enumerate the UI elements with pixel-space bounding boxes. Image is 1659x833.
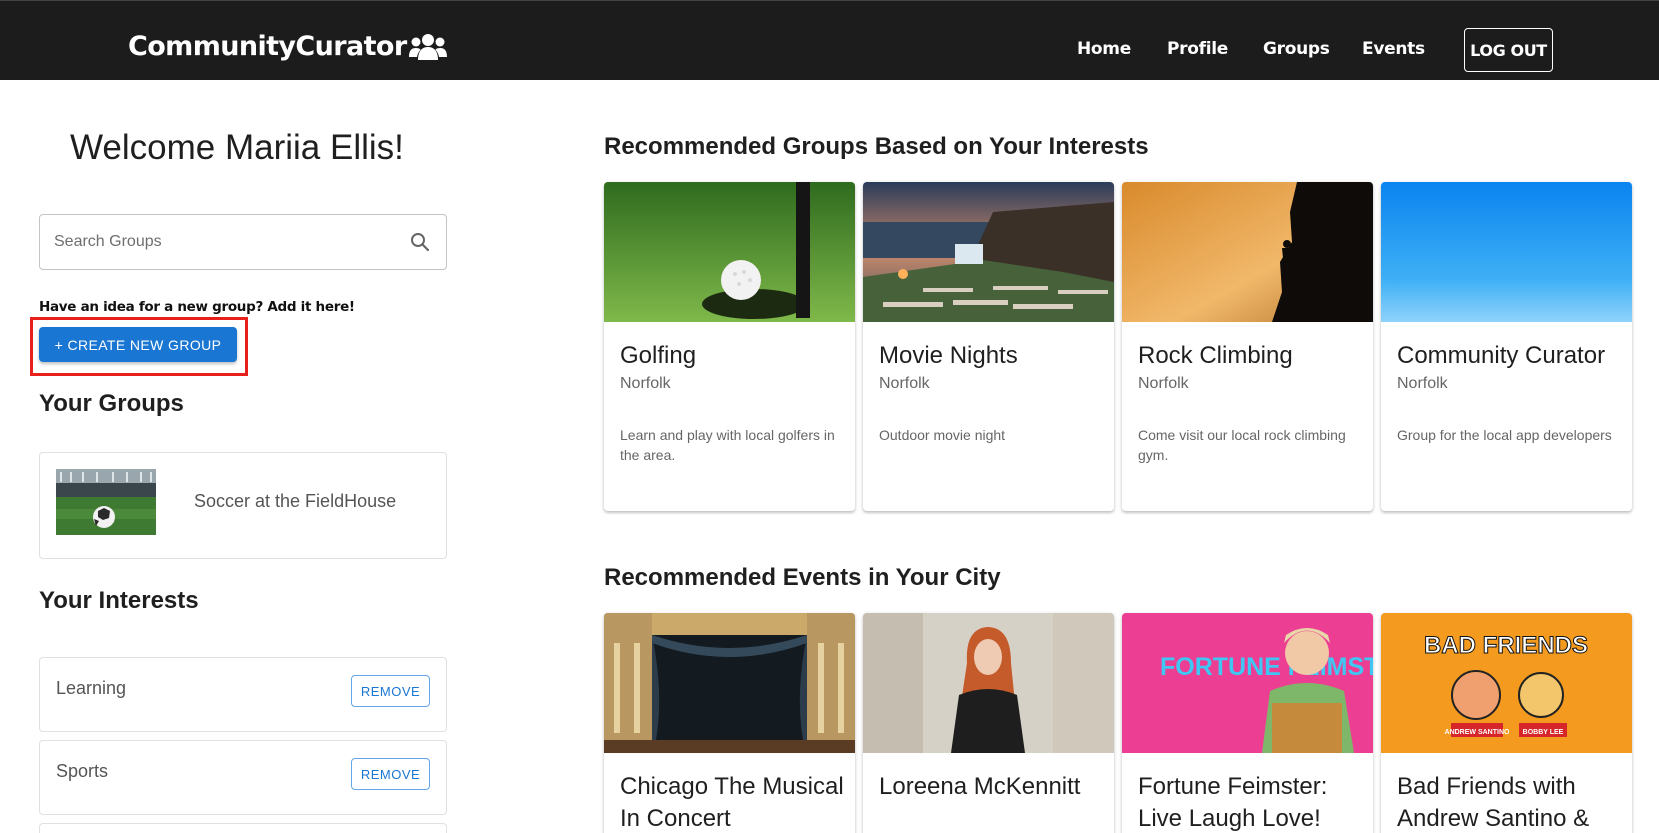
remove-interest-button[interactable]: REMOVE xyxy=(351,675,430,707)
card-location: Norfolk xyxy=(879,375,930,392)
card-title: Rock Climbing xyxy=(1138,342,1293,369)
event-card-bad-friends[interactable]: BAD FRIENDS ANDREW SANTINO BOBBY LEE Bad… xyxy=(1381,613,1632,833)
poster-name-text: ANDREW SANTINO xyxy=(1445,729,1510,736)
card-location: Norfolk xyxy=(1397,375,1448,392)
card-title: Loreena McKennitt xyxy=(879,773,1081,800)
card-description: Learn and play with local golfers in the… xyxy=(620,427,835,463)
nav-home[interactable]: Home xyxy=(1077,39,1131,59)
bad-friends-poster: BAD FRIENDS ANDREW SANTINO BOBBY LEE xyxy=(1381,613,1632,753)
nav-profile[interactable]: Profile xyxy=(1167,39,1228,59)
welcome-heading: Welcome Mariia Ellis! xyxy=(70,128,404,167)
search-groups-input[interactable] xyxy=(54,233,408,251)
card-location: Norfolk xyxy=(620,375,671,392)
logout-button[interactable]: LOG OUT xyxy=(1464,28,1553,72)
card-description: Come visit our local rock climbing gym. xyxy=(1138,427,1346,463)
movie-night-image xyxy=(863,182,1114,322)
poster-title-text: FORTUNE FEIMSTER xyxy=(1160,653,1373,681)
card-location: Norfolk xyxy=(1138,375,1189,392)
recommended-groups-title: Recommended Groups Based on Your Interes… xyxy=(604,133,1149,160)
card-title: Community Curator xyxy=(1397,342,1606,369)
remove-interest-button[interactable]: REMOVE xyxy=(351,758,430,790)
interest-label: Sports xyxy=(56,761,109,781)
nav-groups[interactable]: Groups xyxy=(1263,39,1330,59)
poster-title-text: BAD FRIENDS xyxy=(1424,632,1588,659)
users-icon xyxy=(408,33,447,60)
interest-label: Learning xyxy=(56,678,127,698)
event-card-loreena[interactable]: Loreena McKennitt xyxy=(863,613,1114,833)
card-title: Fortune Feimster: Live Laugh Love! xyxy=(1138,773,1328,832)
top-navbar: CommunityCurator Home Profile Groups Eve… xyxy=(0,0,1659,80)
group-card-movie-nights[interactable]: Movie Nights Norfolk Outdoor movie night xyxy=(863,182,1114,511)
fortune-feimster-poster: FORTUNE FEIMSTER xyxy=(1122,613,1373,753)
group-card-golfing[interactable]: Golfing Norfolk Learn and play with loca… xyxy=(604,182,855,511)
interest-item: Sports REMOVE xyxy=(39,740,447,815)
group-thumbnail xyxy=(56,469,156,535)
event-card-fortune-feimster[interactable]: FORTUNE FEIMSTER Fortune Feimster: Live … xyxy=(1122,613,1373,833)
card-title: Bad Friends with Andrew Santino & xyxy=(1397,773,1590,832)
group-card-rock-climbing[interactable]: Rock Climbing Norfolk Come visit our loc… xyxy=(1122,182,1373,511)
interest-item-partial xyxy=(39,823,447,833)
theater-image xyxy=(604,613,855,753)
card-title: Movie Nights xyxy=(879,342,1018,369)
golf-image xyxy=(604,182,855,322)
new-group-prompt: Have an idea for a new group? Add it her… xyxy=(39,299,355,315)
blue-sky-image xyxy=(1381,182,1632,322)
group-name[interactable]: Soccer at the FieldHouse xyxy=(194,491,396,512)
rock-climbing-image xyxy=(1122,182,1373,322)
performer-photo xyxy=(863,613,1114,753)
card-title: Chicago The Musical In Concert xyxy=(620,773,844,832)
search-icon[interactable] xyxy=(408,230,432,254)
card-description: Group for the local app developers xyxy=(1397,427,1612,443)
brand-logo[interactable]: CommunityCurator xyxy=(128,31,447,62)
recommended-events-title: Recommended Events in Your City xyxy=(604,564,1001,591)
card-title: Golfing xyxy=(620,342,697,369)
your-interests-title: Your Interests xyxy=(39,587,199,614)
poster-name-text: BOBBY LEE xyxy=(1523,729,1564,736)
event-card-chicago[interactable]: Chicago The Musical In Concert xyxy=(604,613,855,833)
interest-item: Learning REMOVE xyxy=(39,657,447,732)
nav-events[interactable]: Events xyxy=(1362,39,1425,59)
card-description: Outdoor movie night xyxy=(879,427,1006,443)
your-groups-title: Your Groups xyxy=(39,390,184,417)
search-groups-field xyxy=(39,214,447,270)
group-card-community-curator[interactable]: Community Curator Norfolk Group for the … xyxy=(1381,182,1632,511)
your-group-card[interactable]: Soccer at the FieldHouse xyxy=(39,452,447,559)
create-new-group-button[interactable]: + CREATE NEW GROUP xyxy=(39,327,237,362)
brand-name: CommunityCurator xyxy=(128,31,407,62)
